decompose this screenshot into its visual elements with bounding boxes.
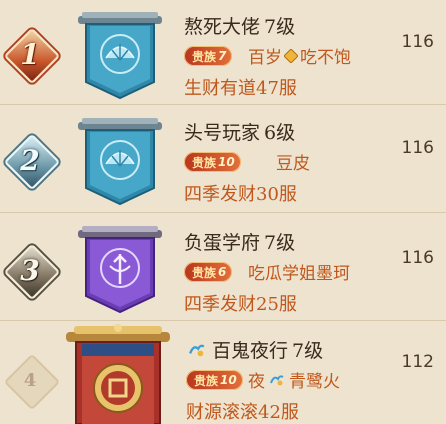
spirit-flame-icon bbox=[270, 374, 284, 385]
row-divider bbox=[0, 212, 446, 213]
guild-name: 四季发财25服 bbox=[184, 294, 297, 315]
player-name: 负蛋学府 7级 bbox=[184, 232, 296, 254]
player-level: 7级 bbox=[264, 16, 296, 38]
player-name: 熬死大佬 7级 bbox=[184, 16, 296, 38]
player-name: 百鬼夜行 7级 bbox=[186, 336, 323, 363]
friend-names: 百岁 吃不饱 bbox=[248, 48, 351, 68]
friend-names: 豆皮 bbox=[276, 154, 310, 174]
player-level: 6级 bbox=[264, 122, 296, 144]
guild-banner-icon bbox=[78, 12, 162, 100]
gem-icon bbox=[284, 48, 298, 63]
guild-banner-icon bbox=[78, 226, 162, 314]
rank-badge-4: 4 bbox=[3, 353, 61, 411]
noble-badge: 贵族 10 bbox=[184, 152, 241, 172]
rank-row-4[interactable]: 4 百鬼夜行 7级 贵族 10 夜 青鹭火 财源滚滚42服 112 bbox=[0, 322, 446, 424]
rank-badge-2: 2 bbox=[3, 133, 61, 191]
guild-name: 生财有道47服 bbox=[184, 78, 297, 99]
rank-row-2[interactable]: 2 头号玩家 6级 贵族 10 豆皮 四季发财30服 116 bbox=[0, 106, 446, 210]
friend-names: 夜 青鹭火 bbox=[248, 372, 340, 392]
guild-banner-icon bbox=[66, 324, 170, 424]
friend-names: 吃瓜学姐墨珂 bbox=[248, 264, 350, 284]
score-value: 112 bbox=[401, 352, 434, 372]
guild-banner-icon bbox=[78, 118, 162, 206]
noble-badge: 贵族 7 bbox=[184, 46, 233, 66]
rank-row-1[interactable]: 1 熬死大佬 7级 贵族 7 百岁 吃不饱 生财有道47服 116 bbox=[0, 0, 446, 104]
score-value: 116 bbox=[401, 248, 434, 268]
guild-name: 财源滚滚42服 bbox=[186, 402, 299, 423]
noble-badge: 贵族 10 bbox=[186, 370, 243, 390]
row-divider bbox=[0, 104, 446, 105]
rank-badge-3: 3 bbox=[3, 243, 61, 301]
noble-badge: 贵族 6 bbox=[184, 262, 233, 282]
rank-badge-1: 1 bbox=[3, 27, 61, 85]
row-divider bbox=[0, 320, 446, 321]
player-level: 7级 bbox=[264, 232, 296, 254]
rank-row-3[interactable]: 3 负蛋学府 7级 贵族 6 吃瓜学姐墨珂 四季发财25服 116 bbox=[0, 214, 446, 318]
guild-name: 四季发财30服 bbox=[184, 184, 297, 205]
player-level: 7级 bbox=[292, 340, 324, 362]
spirit-flame-icon bbox=[189, 344, 205, 356]
score-value: 116 bbox=[401, 32, 434, 52]
player-name: 头号玩家 6级 bbox=[184, 122, 296, 144]
score-value: 116 bbox=[401, 138, 434, 158]
